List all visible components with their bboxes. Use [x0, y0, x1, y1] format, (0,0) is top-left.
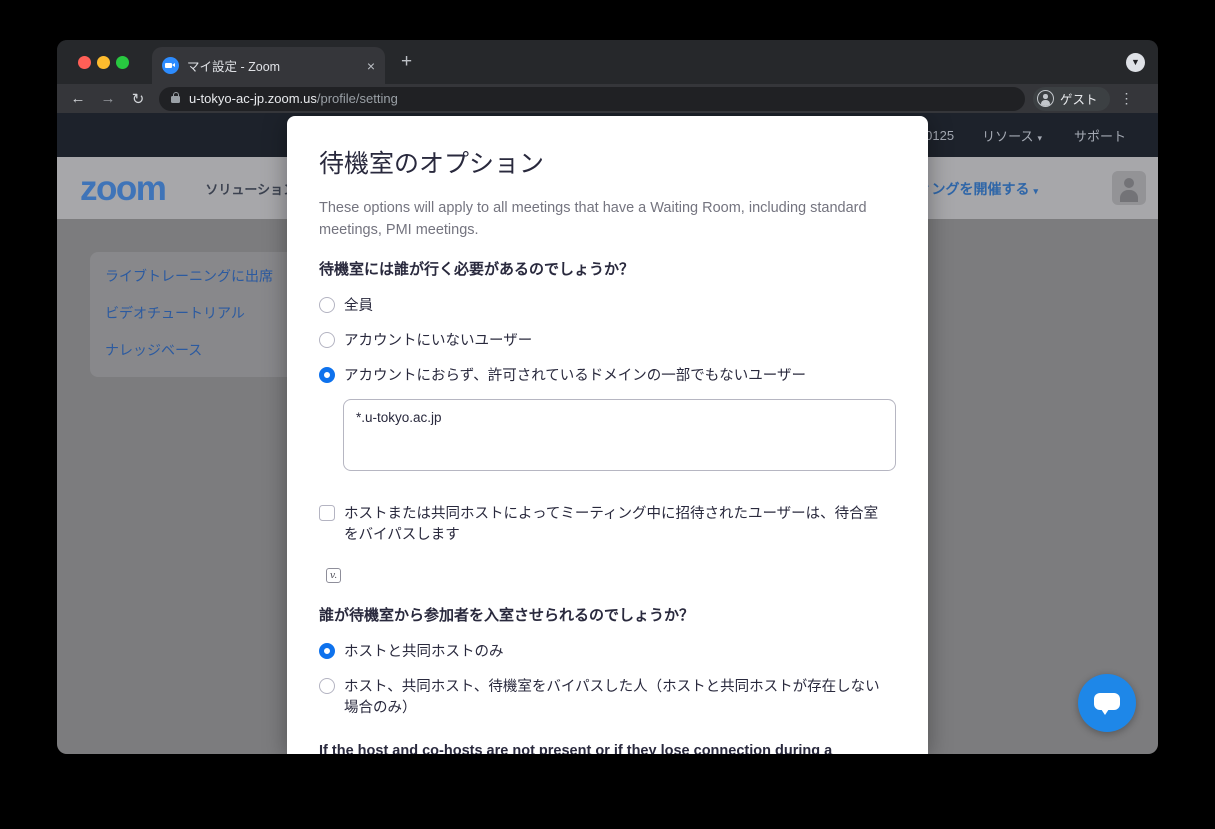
checkbox-label: ホストまたは共同ホストによってミーティング中に招待されたユーザーは、待合室をバイ…	[344, 504, 889, 546]
browser-menu-icon[interactable]: ⋮	[1120, 90, 1134, 107]
question-host-not-present: If the host and co-hosts are not present…	[319, 743, 896, 754]
radio-icon[interactable]	[319, 332, 335, 348]
radio-host-cohosts-bypassers[interactable]: ホスト、共同ホスト、待機室をバイパスした人（ホストと共同ホストが存在しない場合の…	[319, 677, 896, 719]
radio-label: ホストと共同ホストのみ	[344, 642, 889, 663]
window-minimize-button[interactable]	[97, 56, 110, 69]
zoom-favicon-icon	[162, 57, 179, 74]
sidebar-link-video-tutorials[interactable]: ビデオチュートリアル	[105, 303, 245, 323]
sidebar-link-live-training[interactable]: ライブトレーニングに出席	[105, 266, 273, 286]
question-who-goes-to-waiting-room: 待機室には誰が行く必要があるのでしょうか？	[319, 258, 896, 279]
url-text: u-tokyo-ac-jp.zoom.us/profile/setting	[189, 91, 398, 106]
question-who-can-admit: 誰が待機室から参加者を入室させられるのでしょうか？	[319, 604, 896, 625]
radio-everyone[interactable]: 全員	[319, 296, 896, 317]
radio-users-not-in-allowed-domains[interactable]: アカウントにおらず、許可されているドメインの一部でもないユーザー	[319, 366, 896, 387]
stray-glyph-badge: v.	[326, 568, 341, 583]
checkbox-icon[interactable]	[319, 505, 335, 521]
browser-toolbar: ← → ↻ u-tokyo-ac-jp.zoom.us/profile/sett…	[57, 84, 1158, 113]
tab-search-button[interactable]: ▼	[1126, 53, 1145, 72]
zoom-logo[interactable]: zoom	[80, 171, 165, 206]
radio-users-not-in-account[interactable]: アカウントにいないユーザー	[319, 331, 896, 352]
profile-button[interactable]: ゲスト	[1033, 87, 1110, 111]
checkbox-bypass-invited-users[interactable]: ホストまたは共同ホストによってミーティング中に招待されたユーザーは、待合室をバイ…	[319, 504, 896, 546]
window-close-button[interactable]	[78, 56, 91, 69]
chevron-down-icon: ▾	[1033, 186, 1038, 196]
nav-solutions[interactable]: ソリューション	[205, 179, 296, 198]
allowed-domains-input[interactable]: *.u-tokyo.ac.jp	[343, 399, 896, 471]
chevron-down-icon: ▾	[1037, 133, 1042, 143]
address-bar[interactable]: u-tokyo-ac-jp.zoom.us/profile/setting	[159, 87, 1025, 111]
waiting-room-options-dialog: 待機室のオプション These options will apply to al…	[287, 116, 928, 754]
chat-bubble-tail	[1101, 709, 1109, 715]
window-zoom-button[interactable]	[116, 56, 129, 69]
user-avatar[interactable]	[1112, 171, 1146, 205]
tab-close-icon[interactable]: ×	[367, 58, 375, 74]
page-content: 88.799.0125 リソース▾ サポート zoom ソリューション ミーティ…	[57, 113, 1158, 754]
dialog-title: 待機室のオプション	[319, 144, 896, 180]
browser-tab[interactable]: マイ設定 - Zoom ×	[152, 47, 385, 84]
resources-menu[interactable]: リソース▾	[982, 126, 1042, 145]
radio-label: アカウントにおらず、許可されているドメインの一部でもないユーザー	[344, 366, 889, 387]
url-host: u-tokyo-ac-jp.zoom.us	[189, 91, 317, 106]
guest-label: ゲスト	[1060, 89, 1098, 108]
back-icon[interactable]: ←	[63, 90, 93, 107]
radio-label: 全員	[344, 296, 889, 317]
url-path: /profile/setting	[317, 91, 398, 106]
browser-window: マイ設定 - Zoom × + ▼ ← → ↻ u-tokyo-ac-jp.zo…	[57, 40, 1158, 754]
radio-icon[interactable]	[319, 643, 335, 659]
chat-widget-button[interactable]	[1078, 674, 1136, 732]
radio-icon[interactable]	[319, 367, 335, 383]
radio-label: アカウントにいないユーザー	[344, 331, 889, 352]
reload-icon[interactable]: ↻	[123, 90, 153, 108]
radio-label: ホスト、共同ホスト、待機室をバイパスした人（ホストと共同ホストが存在しない場合の…	[344, 677, 889, 719]
support-link[interactable]: サポート	[1074, 126, 1126, 145]
screen: マイ設定 - Zoom × + ▼ ← → ↻ u-tokyo-ac-jp.zo…	[0, 0, 1215, 829]
radio-icon[interactable]	[319, 297, 335, 313]
forward-icon[interactable]: →	[93, 90, 123, 107]
sidebar-link-knowledge-base[interactable]: ナレッジベース	[105, 340, 202, 360]
lock-icon	[171, 96, 180, 104]
radio-host-cohosts-only[interactable]: ホストと共同ホストのみ	[319, 642, 896, 663]
chat-bubble-icon	[1094, 693, 1120, 710]
dialog-description: These options will apply to all meetings…	[319, 197, 871, 241]
browser-titlebar: マイ設定 - Zoom × + ▼	[57, 40, 1158, 84]
radio-icon[interactable]	[319, 678, 335, 694]
new-tab-button[interactable]: +	[401, 52, 412, 72]
tab-title: マイ設定 - Zoom	[187, 56, 361, 75]
guest-avatar-icon	[1037, 90, 1054, 107]
